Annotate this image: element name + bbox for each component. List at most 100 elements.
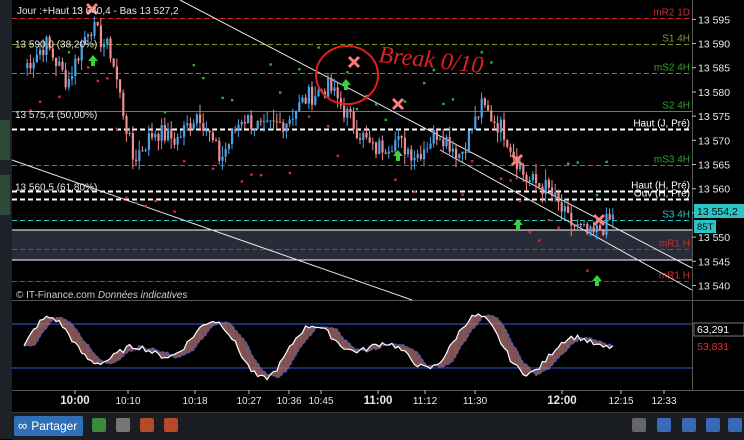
candle-body bbox=[288, 119, 291, 124]
sar-dot bbox=[154, 199, 157, 203]
osc-fill-segment bbox=[372, 344, 376, 350]
candle-body bbox=[349, 108, 352, 112]
candle-body bbox=[55, 57, 58, 67]
trading-chart-window: mR2 1D S1 4H mS2 4H S2 4H Haut (J, Pré) mS3 4… bbox=[0, 0, 744, 440]
candle-body bbox=[77, 58, 80, 61]
candle-body bbox=[525, 175, 528, 182]
candle-body bbox=[595, 225, 598, 233]
dice-icon[interactable] bbox=[92, 418, 106, 432]
navigate-icon[interactable] bbox=[657, 418, 671, 432]
fib-label-0: 13 590,0 (38,20%) bbox=[15, 40, 97, 51]
candle-body bbox=[39, 49, 42, 55]
candle-body bbox=[371, 142, 374, 144]
candle-body bbox=[109, 38, 112, 59]
candle-body bbox=[131, 133, 134, 160]
candle-body bbox=[442, 139, 445, 147]
candle-body bbox=[586, 224, 589, 234]
candle-body bbox=[29, 62, 32, 69]
candle-body bbox=[237, 124, 240, 131]
candle-body bbox=[435, 129, 438, 140]
sar-dot bbox=[58, 95, 61, 98]
sar-dot bbox=[115, 127, 119, 131]
candle-body bbox=[90, 34, 93, 36]
sar-dot bbox=[259, 173, 263, 177]
level-label-5: mS3 4H bbox=[654, 155, 690, 166]
zoom-in-icon[interactable] bbox=[706, 418, 720, 432]
candle-body bbox=[455, 148, 458, 159]
candle-body bbox=[579, 224, 582, 226]
sar-dot bbox=[231, 98, 234, 102]
candle-body bbox=[394, 139, 397, 152]
candle-body bbox=[35, 54, 38, 63]
current-tag-label: 85T bbox=[694, 220, 716, 233]
sar-dot bbox=[144, 204, 147, 208]
candle-body bbox=[205, 130, 208, 132]
sar-dot bbox=[163, 111, 167, 114]
sar-dot bbox=[288, 171, 291, 175]
toggle-icon[interactable] bbox=[116, 418, 130, 432]
x-tick-label: 10:36 bbox=[276, 396, 301, 407]
lock-icon[interactable] bbox=[632, 418, 646, 432]
sar-dot bbox=[202, 76, 205, 80]
candle-body bbox=[263, 121, 266, 123]
candle-body bbox=[138, 150, 141, 162]
sar-dot bbox=[125, 196, 128, 200]
level-label-8: S3 4H bbox=[662, 210, 690, 221]
candle-body bbox=[423, 149, 426, 159]
candle-body bbox=[99, 25, 102, 48]
candle-body bbox=[451, 148, 454, 152]
candle-body bbox=[256, 121, 259, 130]
sar-dot bbox=[471, 160, 474, 163]
candle-body bbox=[490, 110, 493, 122]
candle-body bbox=[599, 225, 602, 231]
candle-body bbox=[42, 49, 45, 56]
candle-body bbox=[115, 66, 118, 80]
print-icon[interactable] bbox=[164, 418, 178, 432]
share-button-label: Partager bbox=[31, 419, 78, 433]
svg-text:63,291: 63,291 bbox=[697, 324, 729, 336]
image-icon[interactable] bbox=[140, 418, 154, 432]
share-button[interactable]: ∞ Partager bbox=[14, 416, 84, 436]
candle-body bbox=[291, 118, 294, 120]
y-tick-label: 13 545 bbox=[698, 256, 730, 268]
candle-body bbox=[538, 183, 541, 187]
candle-body bbox=[419, 153, 422, 159]
bottom-toolbar: ∞ Partager bbox=[12, 412, 744, 440]
sar-dot bbox=[413, 190, 416, 193]
candle-body bbox=[522, 164, 525, 176]
y-tick-label: 13 540 bbox=[698, 280, 730, 292]
candle-body bbox=[544, 179, 547, 195]
price-chart-svg[interactable]: mR2 1D S1 4H mS2 4H S2 4H Haut (J, Pré) mS3 4… bbox=[0, 0, 744, 412]
sar-dot bbox=[538, 239, 541, 242]
osc-fill-segment bbox=[561, 342, 565, 355]
candle-body bbox=[368, 137, 371, 143]
candle-body bbox=[573, 225, 576, 227]
candle-body bbox=[183, 125, 186, 137]
sar-dot bbox=[183, 159, 186, 163]
candle-body bbox=[496, 123, 499, 133]
candle-body bbox=[458, 154, 461, 159]
level-label-7: Ouv (H, Pré) bbox=[634, 189, 690, 200]
candle-body bbox=[298, 102, 301, 112]
sar-dot bbox=[317, 46, 320, 49]
svg-text:13 554,2: 13 554,2 bbox=[697, 206, 738, 218]
candle-body bbox=[122, 92, 125, 117]
candle-body bbox=[32, 62, 35, 69]
candle-body bbox=[605, 213, 608, 235]
candle-body bbox=[589, 226, 592, 234]
candle-body bbox=[387, 151, 390, 154]
y-tick-label: 13 595 bbox=[698, 14, 730, 26]
reset-view-icon[interactable] bbox=[728, 418, 742, 432]
candle-body bbox=[243, 121, 246, 124]
sar-dot bbox=[87, 66, 90, 69]
level-label-0: mR2 1D bbox=[653, 8, 690, 19]
candle-body bbox=[67, 79, 70, 88]
sar-dot bbox=[106, 77, 109, 80]
time-axis: 10:00 10:10 10:18 10:27 10:36 10:45 11:00 11:12… bbox=[60, 390, 677, 407]
candle-body bbox=[74, 58, 77, 76]
candle-body bbox=[541, 186, 544, 195]
candle-body bbox=[195, 114, 198, 124]
candle-body bbox=[301, 97, 304, 103]
zoom-out-icon[interactable] bbox=[682, 418, 696, 432]
level-label-2: mS2 4H bbox=[654, 63, 690, 74]
